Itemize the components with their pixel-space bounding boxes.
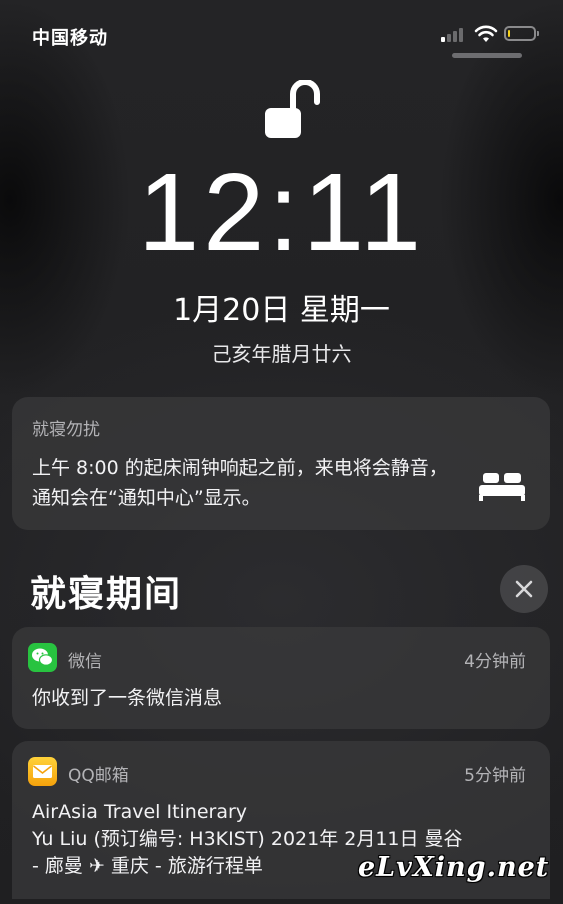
notification-app-name: 微信	[68, 652, 102, 672]
control-center-indicator[interactable]	[452, 53, 522, 58]
bed-icon	[479, 473, 525, 501]
bedtime-dnd-card[interactable]: 就寝勿扰 上午 8:00 的起床闹钟响起之前，来电将会静音，通知会在“通知中心”…	[12, 397, 550, 530]
notification-section-title: 就寝期间	[30, 574, 183, 615]
notification-body: 你收到了一条微信消息	[32, 687, 223, 709]
close-icon	[515, 580, 533, 598]
cellular-signal-icon	[441, 28, 467, 42]
notification-time: 4分钟前	[464, 652, 526, 672]
notification-time: 5分钟前	[464, 766, 526, 786]
battery-icon	[504, 26, 539, 41]
dnd-description: 上午 8:00 的起床闹钟响起之前，来电将会静音，通知会在“通知中心”显示。	[32, 457, 448, 509]
dnd-title: 就寝勿扰	[32, 420, 100, 440]
lunar-date: 己亥年腊月廿六	[211, 342, 352, 366]
watermark: eLvXing.net	[358, 852, 550, 883]
notification-body-line: Yu Liu (预订编号: H3KIST) 2021年 2月11日 曼谷	[32, 828, 463, 850]
notification-app-name: QQ邮箱	[68, 766, 129, 786]
clear-notifications-button[interactable]	[500, 565, 548, 613]
status-bar: 中国移动	[0, 0, 563, 60]
lock-screen-time: 12:11	[137, 151, 426, 274]
wifi-icon	[474, 25, 498, 42]
carrier-name: 中国移动	[32, 28, 108, 49]
notification-wechat[interactable]: 微信 4分钟前 你收到了一条微信消息	[12, 627, 550, 729]
unlocked-padlock-icon	[265, 80, 320, 138]
mail-icon	[28, 757, 57, 786]
wechat-icon	[28, 643, 57, 672]
battery-level-fill	[508, 30, 510, 37]
notification-body-line: AirAsia Travel Itinerary	[32, 801, 248, 823]
lock-screen-date: 1月20日 星期一	[173, 293, 390, 328]
